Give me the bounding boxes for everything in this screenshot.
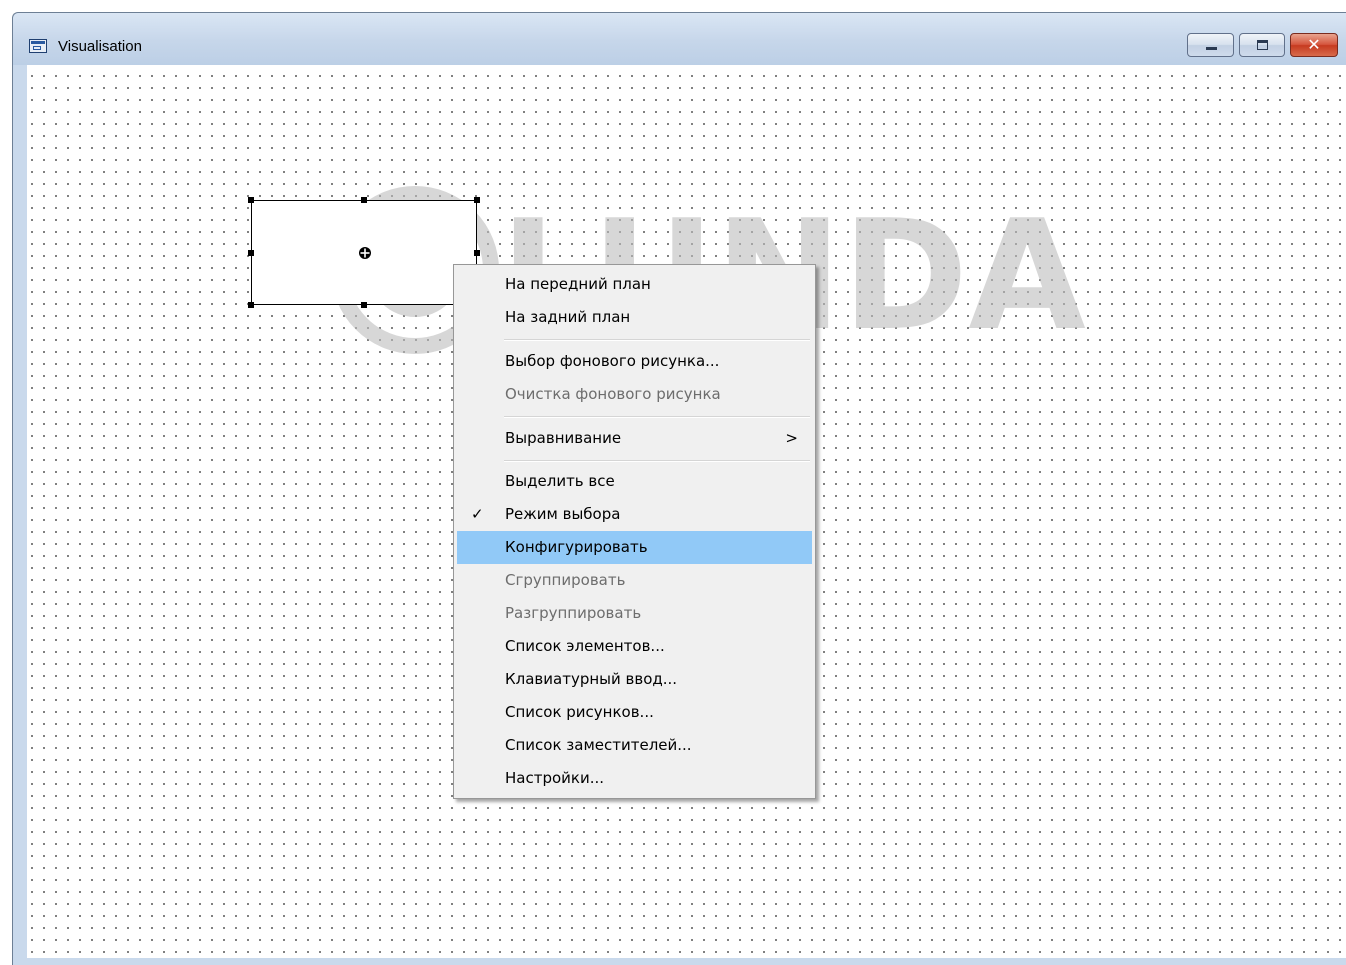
menu-item-label: Сгруппировать [505,571,626,589]
rotation-center-icon[interactable] [358,246,372,260]
menu-item-label: Очистка фонового рисунка [505,385,721,403]
menu-item-label: Клавиатурный ввод... [505,670,678,688]
menu-item-clear-background-image: Очистка фонового рисунка [457,378,812,411]
menu-item-element-list[interactable]: Список элементов... [457,630,812,663]
menu-item-label: Выравнивание [505,429,622,447]
close-button[interactable]: ✕ [1290,33,1338,57]
minimize-icon [1206,47,1217,50]
resize-handle-bottom-left[interactable] [248,302,254,308]
menu-item-placeholder-list[interactable]: Список заместителей... [457,729,812,762]
context-menu: На передний план На задний план Выбор фо… [453,264,816,799]
window-title: Visualisation [58,38,142,55]
resize-handle-right[interactable] [474,250,480,256]
menu-separator [504,416,810,418]
menu-item-configure[interactable]: Конфигурировать [457,531,812,564]
menu-item-label: На передний план [505,275,651,293]
menu-item-alignment[interactable]: Выравнивание > [457,422,812,455]
menu-item-label: Список заместителей... [505,736,692,754]
menu-item-bring-to-front[interactable]: На передний план [457,268,812,301]
menu-item-label: Режим выбора [505,505,621,523]
resize-handle-bottom[interactable] [361,302,367,308]
menu-item-label: Список элементов... [505,637,665,655]
checkmark-icon: ✓ [471,505,484,523]
menu-item-ungroup: Разгруппировать [457,597,812,630]
menu-item-label: Список рисунков... [505,703,654,721]
menu-item-label: Выбор фонового рисунка... [505,352,720,370]
menu-item-group: Сгруппировать [457,564,812,597]
close-icon: ✕ [1307,35,1321,54]
application-icon[interactable] [29,39,47,53]
resize-handle-top[interactable] [361,197,367,203]
menu-separator [504,339,810,341]
minimize-button[interactable] [1187,33,1234,57]
menu-item-label: Разгруппировать [505,604,642,622]
maximize-button[interactable] [1239,33,1285,57]
resize-handle-top-left[interactable] [248,197,254,203]
menu-item-send-to-back[interactable]: На задний план [457,301,812,334]
menu-item-select-background-image[interactable]: Выбор фонового рисунка... [457,345,812,378]
title-bar[interactable]: Visualisation ✕ [13,13,1346,65]
maximize-icon [1257,40,1268,50]
submenu-arrow-icon: > [785,429,798,447]
menu-item-image-list[interactable]: Список рисунков... [457,696,812,729]
menu-item-keyboard-input[interactable]: Клавиатурный ввод... [457,663,812,696]
menu-item-label: Выделить все [505,472,615,490]
resize-handle-left[interactable] [248,250,254,256]
menu-item-selection-mode[interactable]: ✓ Режим выбора [457,498,812,531]
menu-item-settings[interactable]: Настройки... [457,762,812,795]
menu-item-label: На задний план [505,308,631,326]
menu-separator [504,460,810,462]
menu-item-label: Настройки... [505,769,605,787]
resize-handle-top-right[interactable] [474,197,480,203]
menu-item-select-all[interactable]: Выделить все [457,465,812,498]
menu-item-label: Конфигурировать [505,538,648,556]
